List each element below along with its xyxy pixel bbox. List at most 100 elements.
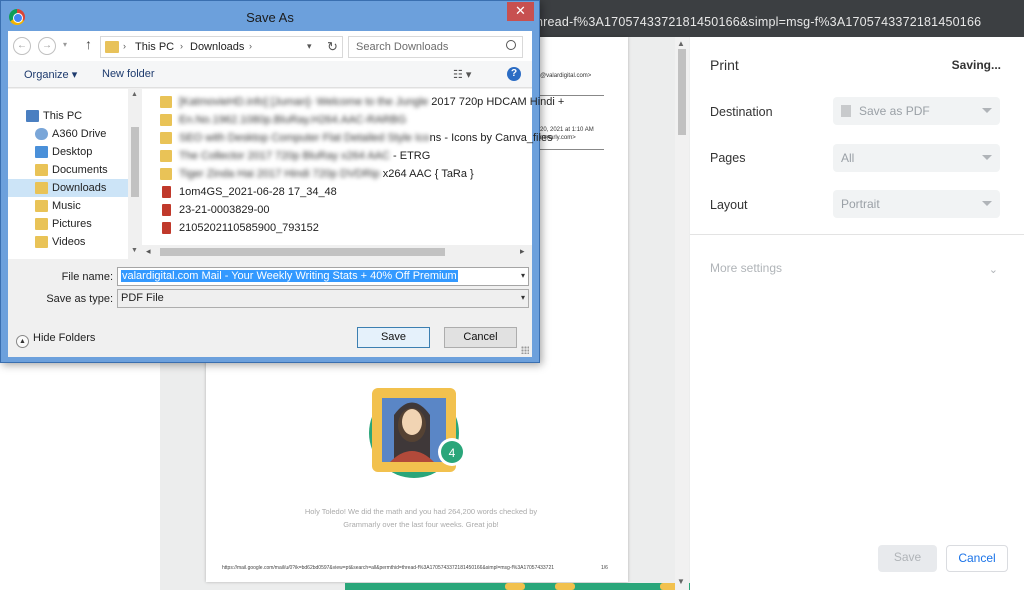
- file-list: [KatmovieHD.info] [Juman]- Welcome to th…: [142, 89, 564, 259]
- folder-icon: [160, 114, 172, 126]
- recent-locations-icon[interactable]: ▾: [63, 40, 67, 49]
- nav-item-videos[interactable]: Videos: [8, 233, 128, 251]
- dropdown-arrow-icon: [982, 155, 992, 160]
- savetype-label: Save as type:: [46, 293, 113, 305]
- resize-grip-icon[interactable]: [521, 346, 529, 354]
- nav-item-music[interactable]: Music: [8, 197, 128, 215]
- nav-item-desktop[interactable]: Desktop: [8, 143, 128, 161]
- folder-icon: [160, 132, 172, 144]
- filename-label: File name:: [61, 271, 113, 283]
- nav-item-this-pc[interactable]: This PC: [8, 107, 128, 125]
- address-dropdown-icon[interactable]: ▾: [307, 41, 312, 52]
- nav-scroll-thumb[interactable]: [131, 127, 139, 197]
- pages-select[interactable]: All: [833, 144, 1000, 172]
- destination-label: Destination: [710, 105, 773, 119]
- search-icon: [506, 40, 516, 50]
- url-text[interactable]: hread-f%3A1705743372181450166&simpl=msg-…: [536, 15, 981, 29]
- dialog-title: Save As: [246, 10, 294, 25]
- hide-folders-toggle[interactable]: ▲ Hide Folders: [16, 332, 95, 348]
- navigation-pane: This PC A360 Drive Desktop Documents Dow…: [8, 89, 142, 259]
- back-arrow-icon[interactable]: ←: [13, 37, 31, 55]
- help-icon[interactable]: ?: [507, 67, 521, 81]
- dialog-footer: ▲ Hide Folders Save Cancel: [8, 315, 532, 357]
- nav-item-pictures[interactable]: Pictures: [8, 215, 128, 233]
- scroll-down-arrow-icon[interactable]: ▼: [677, 577, 685, 586]
- address-navbar: ← → ▾ ↑ › This PC › Downloads › ▾ ↻ Sear…: [8, 31, 532, 61]
- scroll-right-arrow-icon[interactable]: ▸: [520, 246, 525, 257]
- dialog-titlebar[interactable]: Save As ✕: [1, 1, 539, 32]
- address-bar[interactable]: › This PC › Downloads › ▾ ↻: [100, 36, 343, 58]
- organize-button[interactable]: Organize ▾: [24, 68, 77, 81]
- page-footer-url: https://mail.google.com/mail/u/0?ik=bd62…: [222, 565, 555, 571]
- next-page-decor: [555, 583, 575, 590]
- pictures-folder-icon: [35, 218, 48, 230]
- computer-icon: [26, 110, 39, 122]
- up-arrow-icon[interactable]: ↑: [85, 36, 92, 52]
- dialog-toolbar: Organize ▾ New folder ☷ ▾ ?: [8, 61, 532, 88]
- cancel-button[interactable]: Cancel: [444, 327, 517, 348]
- preview-scrollbar[interactable]: ▲ ▼: [675, 37, 689, 590]
- nav-item-a360-drive[interactable]: A360 Drive: [8, 125, 128, 143]
- documents-folder-icon: [35, 164, 48, 176]
- pdf-file-icon: [162, 204, 171, 216]
- breadcrumb-separator-icon[interactable]: ›: [180, 41, 183, 51]
- document-icon: [841, 105, 851, 117]
- scroll-up-arrow-icon[interactable]: ▲: [131, 91, 138, 98]
- file-list-horizontal-scrollbar[interactable]: ◂ ▸: [142, 245, 532, 259]
- preview-scroll-thumb[interactable]: [678, 49, 686, 135]
- music-folder-icon: [35, 200, 48, 212]
- savetype-select[interactable]: PDF File ▾: [117, 289, 529, 308]
- new-folder-button[interactable]: New folder: [102, 68, 155, 80]
- pdf-file-icon: [162, 222, 171, 234]
- folder-icon: [160, 168, 172, 180]
- scroll-left-arrow-icon[interactable]: ◂: [146, 246, 151, 257]
- print-cancel-button[interactable]: Cancel: [946, 545, 1008, 572]
- forward-arrow-icon[interactable]: →: [38, 37, 56, 55]
- mona-lisa-frame-illustration: 4: [369, 388, 466, 478]
- breadcrumb-downloads[interactable]: Downloads: [190, 41, 244, 53]
- pdf-file-icon: [162, 186, 171, 198]
- scroll-up-arrow-icon[interactable]: ▲: [677, 39, 685, 48]
- cloud-drive-icon: [35, 128, 48, 140]
- print-save-button[interactable]: Save: [878, 545, 937, 572]
- nav-item-documents[interactable]: Documents: [8, 161, 128, 179]
- more-settings-toggle[interactable]: More settings: [710, 261, 782, 275]
- destination-select[interactable]: Save as PDF: [833, 97, 1000, 125]
- preview-gutter: [160, 363, 206, 590]
- save-button[interactable]: Save: [357, 327, 430, 348]
- file-list-scroll-thumb[interactable]: [160, 248, 445, 256]
- close-button[interactable]: ✕: [507, 2, 534, 21]
- dropdown-arrow-icon: [982, 108, 992, 113]
- search-input[interactable]: Search Downloads: [348, 36, 523, 58]
- print-title: Print: [710, 57, 739, 73]
- refresh-icon[interactable]: ↻: [327, 39, 338, 55]
- videos-folder-icon: [35, 236, 48, 248]
- filename-input[interactable]: valardigital.com Mail - Your Weekly Writ…: [117, 267, 529, 286]
- next-page-decor: [505, 583, 525, 590]
- breadcrumb-this-pc[interactable]: This PC: [135, 41, 174, 53]
- view-options-icon[interactable]: ☷ ▾: [453, 68, 471, 81]
- dialog-body: ← → ▾ ↑ › This PC › Downloads › ▾ ↻ Sear…: [8, 31, 564, 357]
- header-divider-2: [540, 149, 604, 150]
- folder-icon: [160, 150, 172, 162]
- download-folder-icon: [35, 182, 48, 194]
- breadcrumb-separator-icon[interactable]: ›: [123, 41, 126, 51]
- dropdown-arrow-icon: [982, 201, 992, 206]
- layout-select[interactable]: Portrait: [833, 190, 1000, 218]
- desktop-folder-icon: [35, 146, 48, 158]
- save-as-dialog: Save As ✕ ← → ▾ ↑ › This PC › Downloads …: [0, 0, 564, 363]
- header-email: @valardigital.com>: [540, 73, 592, 79]
- folder-icon: [160, 96, 172, 108]
- nav-pane-scrollbar[interactable]: ▲ ▼: [128, 89, 142, 259]
- dropdown-arrow-icon[interactable]: ▾: [521, 271, 525, 280]
- nav-item-downloads[interactable]: Downloads: [8, 179, 128, 197]
- preview-left-margin: [0, 363, 160, 590]
- breadcrumb-separator-icon[interactable]: ›: [249, 41, 252, 51]
- page-number: 1/6: [601, 565, 608, 571]
- chevron-down-icon[interactable]: ⌄: [989, 263, 998, 276]
- print-settings-panel: Print Saving... Destination Save as PDF …: [690, 37, 1024, 590]
- saving-status: Saving...: [951, 58, 1001, 72]
- save-fields: File name: valardigital.com Mail - Your …: [8, 259, 532, 315]
- dropdown-arrow-icon[interactable]: ▾: [521, 293, 525, 302]
- scroll-down-arrow-icon[interactable]: ▼: [131, 247, 138, 254]
